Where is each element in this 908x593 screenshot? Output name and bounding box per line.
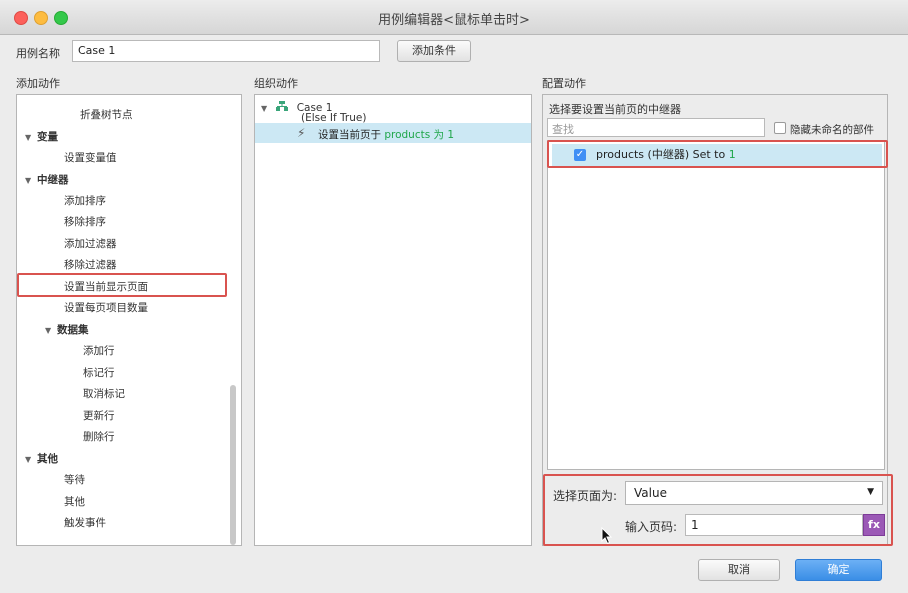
- tree-item-label: 设置每页项目数量: [64, 302, 148, 314]
- case-node-icon: [276, 101, 289, 112]
- triangle-down-icon: ▼: [261, 104, 268, 113]
- tree-item-label: 等待: [64, 474, 85, 486]
- tree-item-update-row[interactable]: 更新行: [83, 408, 115, 423]
- triangle-down-icon: ▼: [45, 326, 52, 335]
- action-row-selected[interactable]: ⚡ 设置当前页于 products 为 1: [255, 123, 531, 143]
- tree-item-delete-row[interactable]: 删除行: [83, 429, 115, 444]
- action-text: 设置当前页于 products 为 1: [318, 127, 454, 142]
- add-actions-scrollbar[interactable]: [230, 385, 236, 545]
- tree-item-label: 中继器: [37, 174, 69, 186]
- action-target: products 为 1: [384, 129, 455, 141]
- tree-group-dataset[interactable]: ▼ 数据集: [45, 322, 89, 337]
- tree-item-set-variable[interactable]: 设置变量值: [64, 150, 117, 165]
- tree-item-label: 其他: [64, 496, 85, 508]
- add-condition-button[interactable]: 添加条件: [397, 40, 471, 62]
- tree-item-label: 设置变量值: [64, 152, 117, 164]
- tree-item-label: 变量: [37, 131, 58, 143]
- lightning-icon: ⚡: [297, 126, 306, 140]
- ok-button[interactable]: 确定: [795, 559, 882, 581]
- tree-item-set-items-per-page[interactable]: 设置每页项目数量: [64, 300, 148, 315]
- cancel-button[interactable]: 取消: [698, 559, 780, 581]
- organize-actions-heading: 组织动作: [254, 77, 298, 90]
- tree-item-remove-filter[interactable]: 移除过滤器: [64, 257, 117, 272]
- tree-item-label: 触发事件: [64, 517, 106, 529]
- tree-item-label: 添加排序: [64, 195, 106, 207]
- tree-item-label: 其他: [37, 453, 58, 465]
- hide-unnamed-label: 隐藏未命名的部件: [790, 124, 874, 136]
- tree-item-label: 折叠树节点: [80, 109, 133, 121]
- tree-item-label: 添加行: [83, 345, 115, 357]
- triangle-down-icon: ▼: [25, 455, 32, 464]
- tree-group-repeater[interactable]: ▼ 中继器: [25, 172, 69, 187]
- triangle-down-icon: ▼: [25, 133, 32, 142]
- tree-item-add-sort[interactable]: 添加排序: [64, 193, 106, 208]
- tree-item-label: 更新行: [83, 410, 115, 422]
- tree-item-label: 删除行: [83, 431, 115, 443]
- window-title: 用例编辑器<鼠标单击时>: [378, 13, 530, 28]
- repeater-select-heading: 选择要设置当前页的中继器: [549, 103, 681, 116]
- action-prefix: 设置当前页于: [318, 129, 385, 141]
- organize-actions-panel: ▼ Case 1 (Else If True) ⚡ 设置当前页于 product…: [254, 94, 532, 546]
- annotation-highlight-page-config: [543, 474, 893, 546]
- hide-unnamed-checkbox[interactable]: [774, 122, 786, 134]
- tree-item-label: 标记行: [83, 367, 115, 379]
- tree-item-add-row[interactable]: 添加行: [83, 343, 115, 358]
- repeater-list: ✓ products (中继器) Set to 1: [547, 140, 885, 470]
- tree-item-label: 数据集: [57, 324, 89, 336]
- case-name-input[interactable]: Case 1: [72, 40, 380, 62]
- window-titlebar: 用例编辑器<鼠标单击时>: [0, 0, 908, 35]
- tree-group-variables[interactable]: ▼ 变量: [25, 129, 58, 144]
- tree-item-fire-event[interactable]: 触发事件: [64, 515, 106, 530]
- tree-group-other[interactable]: ▼ 其他: [25, 451, 58, 466]
- add-actions-panel: 折叠树节点 ▼ 变量 设置变量值 ▼ 中继器 添加排序 移除排序 添加过滤器 移除过…: [16, 94, 242, 546]
- annotation-highlight-repeater-item: [547, 140, 888, 168]
- tree-item-collapse-node[interactable]: 折叠树节点: [80, 107, 133, 122]
- tree-item-other[interactable]: 其他: [64, 494, 85, 509]
- tree-item-add-filter[interactable]: 添加过滤器: [64, 236, 117, 251]
- tree-item-label: 移除排序: [64, 216, 106, 228]
- tree-item-mark-row[interactable]: 标记行: [83, 365, 115, 380]
- add-actions-heading: 添加动作: [16, 77, 60, 90]
- tree-item-remove-sort[interactable]: 移除排序: [64, 214, 106, 229]
- tree-item-label: 移除过滤器: [64, 259, 117, 271]
- case-name-label: 用例名称: [16, 47, 60, 60]
- triangle-down-icon: ▼: [25, 176, 32, 185]
- tree-item-label: 添加过滤器: [64, 238, 117, 250]
- configure-actions-heading: 配置动作: [542, 77, 586, 90]
- annotation-highlight-set-current-page: [17, 273, 227, 297]
- tree-item-unmark-row[interactable]: 取消标记: [83, 386, 125, 401]
- search-input[interactable]: 查找: [547, 118, 765, 137]
- tree-item-label: 取消标记: [83, 388, 125, 400]
- tree-item-wait[interactable]: 等待: [64, 472, 85, 487]
